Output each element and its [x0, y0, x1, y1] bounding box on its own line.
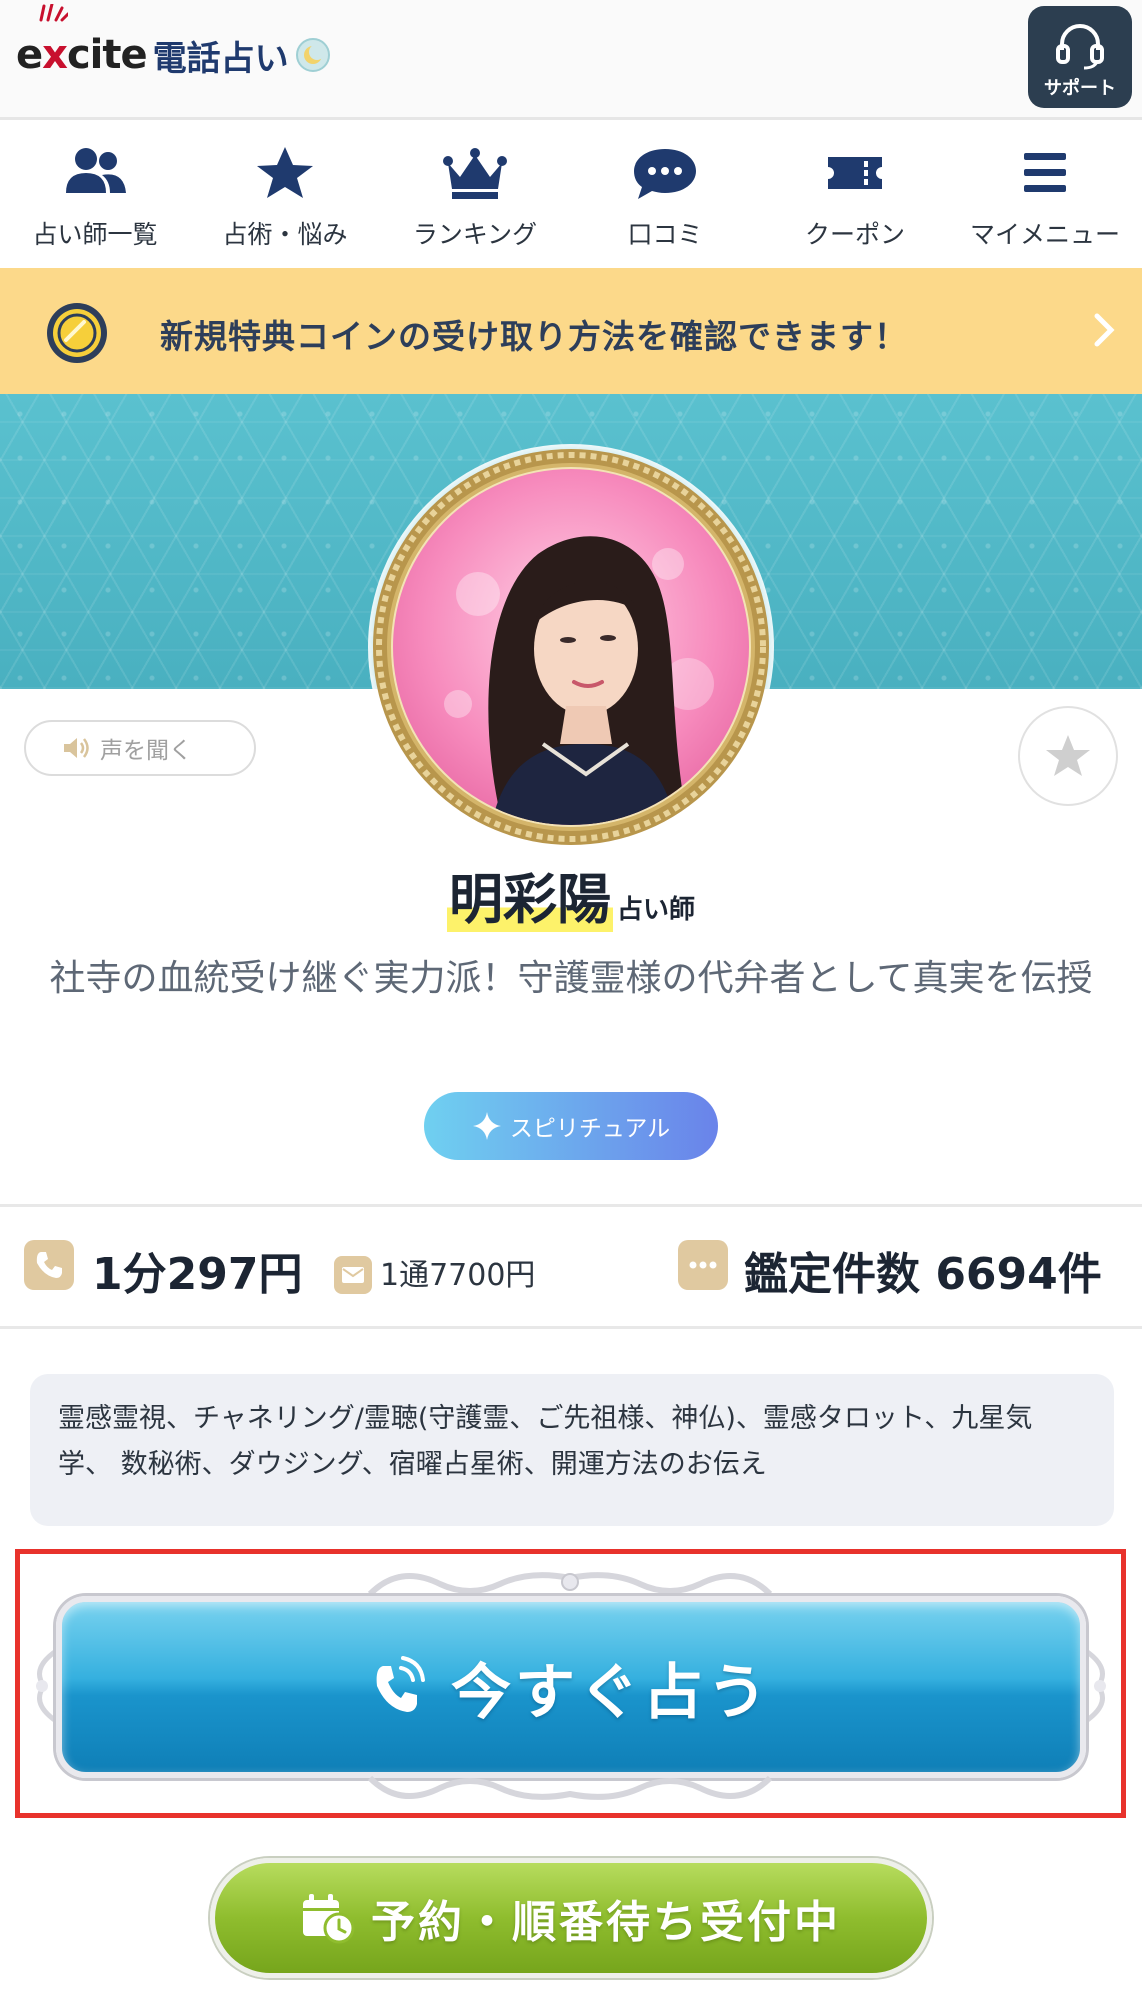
price-per-minute: 1分297円 [92, 1249, 303, 1300]
nav-item-my-menu[interactable]: マイメニュー [950, 123, 1140, 268]
speaker-icon [64, 738, 89, 758]
phone-icon [24, 1240, 74, 1290]
nav-label: 占術・悩み [222, 220, 348, 249]
specialties-box: 霊感霊視、チャネリング/霊聴(守護霊、ご先祖様、神仏)、霊感タロット、九星気学、… [30, 1374, 1114, 1526]
price-stats-row: 1分297円 1通7700円 鑑定件数 6694件 [0, 1208, 1142, 1326]
nav-item-fortune-tellers[interactable]: 占い師一覧 [0, 123, 190, 268]
logo-wordmark: excite [16, 32, 148, 78]
new-user-coin-banner[interactable]: 新規特典コインの受け取り方法を確認できます！ [0, 268, 1142, 394]
app-header: excite 電話占い サポート [0, 0, 1142, 120]
crown-icon [443, 148, 507, 199]
listen-voice-label: 声を聞く [100, 738, 192, 764]
support-button[interactable]: サポート [1028, 6, 1132, 108]
star-favorite-icon [1046, 735, 1090, 776]
logo-spark-icon [39, 4, 68, 22]
chat-bubble-icon [634, 149, 696, 199]
fortune-teller-name: 明彩陽 [446, 868, 613, 932]
sparkle-icon [472, 1112, 501, 1140]
category-tag-spiritual[interactable]: スピリチュアル [424, 1092, 718, 1160]
reading-count: 鑑定件数 6694件 [744, 1249, 1102, 1300]
more-dots-icon [678, 1240, 728, 1290]
moon-logo-icon [295, 38, 330, 72]
coin-icon [47, 303, 107, 363]
ticket-icon [828, 157, 882, 189]
reservation-label: 予約・順番待ち受付中 [371, 1897, 841, 1948]
nav-item-reviews[interactable]: 口コミ [570, 123, 760, 268]
support-label: サポート [1044, 78, 1116, 99]
favorite-button[interactable] [1018, 706, 1118, 806]
category-tag-label: スピリチュアル [509, 1116, 671, 1142]
nav-item-coupon[interactable]: クーポン [760, 123, 950, 268]
ornament-bottom-icon [367, 1775, 773, 1800]
nav-label: 占い師一覧 [32, 220, 158, 249]
nav-item-divination[interactable]: 占術・悩み [190, 123, 380, 268]
nav-label: ランキング [412, 220, 538, 249]
users-icon [66, 148, 126, 193]
banner-text: 新規特典コインの受け取り方法を確認できます！ [160, 317, 908, 356]
main-nav: 占い師一覧 占術・悩み ランキング 口コミ クーポン マイメニュー [0, 123, 1142, 268]
calendar-clock-icon [303, 1894, 355, 1944]
mail-icon [334, 1256, 372, 1294]
nav-item-ranking[interactable]: ランキング [380, 123, 570, 268]
reservation-button[interactable]: 予約・順番待ち受付中 [210, 1858, 932, 1978]
nav-label: 口コミ [627, 220, 703, 249]
catchphrase: 社寺の血統受け継ぐ実力派！守護霊様の代弁者として真実を伝授 [49, 958, 1093, 999]
nav-label: マイメニュー [969, 220, 1120, 249]
star-icon [257, 147, 313, 198]
fortune-teller-title: 占い師 [616, 895, 695, 925]
price-per-mail: 1通7700円 [380, 1258, 536, 1293]
headset-icon [1056, 24, 1104, 70]
listen-voice-button[interactable]: 声を聞く [24, 720, 256, 776]
fortune-teller-portrait [368, 444, 774, 850]
menu-icon [1024, 153, 1066, 192]
fortune-now-label: 今すぐ占う [451, 1657, 771, 1728]
logo-service-name: 電話占い [152, 38, 289, 79]
nav-label: クーポン [804, 220, 905, 249]
phone-call-icon [376, 1656, 425, 1712]
divider [0, 1204, 1142, 1207]
fortune-teller-name-row: 明彩陽 占い師 [0, 860, 1142, 932]
excite-logo[interactable]: excite 電話占い [16, 4, 331, 90]
chevron-right-icon [1094, 313, 1115, 347]
divider [0, 1326, 1142, 1329]
fortune-now-button[interactable]: 今すぐ占う [56, 1596, 1086, 1778]
